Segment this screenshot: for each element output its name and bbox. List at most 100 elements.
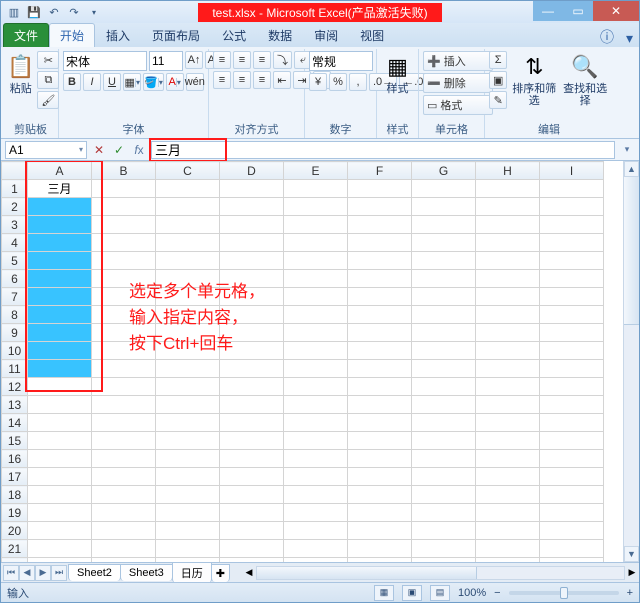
sheet-nav-next[interactable]: ▶ [35, 565, 51, 581]
decrease-indent-button[interactable]: ⇤ [273, 71, 291, 89]
cell-A12[interactable] [28, 378, 92, 396]
cell-F6[interactable] [348, 270, 412, 288]
styles-button[interactable]: ▦ 样式 [381, 51, 414, 115]
scroll-up-button[interactable]: ▲ [624, 161, 639, 177]
cell-A7[interactable] [28, 288, 92, 306]
formula-bar[interactable]: 三月 [151, 141, 615, 159]
cell-F18[interactable] [348, 486, 412, 504]
cell-D17[interactable] [220, 468, 284, 486]
cell-I5[interactable] [540, 252, 604, 270]
vertical-scrollbar[interactable]: ▲ ▼ [623, 161, 639, 562]
cell-D22[interactable] [220, 558, 284, 563]
cell-D8[interactable] [220, 306, 284, 324]
sheet-tab-sheet3[interactable]: Sheet3 [120, 564, 173, 581]
cell-D1[interactable] [220, 180, 284, 198]
tab-pagelayout[interactable]: 页面布局 [141, 23, 211, 47]
cell-G9[interactable] [412, 324, 476, 342]
tab-file[interactable]: 文件 [3, 23, 49, 47]
align-top-button[interactable]: ≡ [213, 51, 231, 69]
cell-D3[interactable] [220, 216, 284, 234]
cell-B3[interactable] [92, 216, 156, 234]
font-size-input[interactable] [149, 51, 183, 71]
cell-D6[interactable] [220, 270, 284, 288]
cell-E9[interactable] [284, 324, 348, 342]
cell-C12[interactable] [156, 378, 220, 396]
cell-E6[interactable] [284, 270, 348, 288]
cell-C17[interactable] [156, 468, 220, 486]
cell-A13[interactable] [28, 396, 92, 414]
insert-function-button[interactable]: fx [131, 142, 147, 158]
cell-I8[interactable] [540, 306, 604, 324]
col-header-D[interactable]: D [220, 162, 284, 180]
cell-E22[interactable] [284, 558, 348, 563]
cell-G21[interactable] [412, 540, 476, 558]
row-header-9[interactable]: 9 [2, 324, 28, 342]
cell-B15[interactable] [92, 432, 156, 450]
cell-E17[interactable] [284, 468, 348, 486]
cell-C1[interactable] [156, 180, 220, 198]
cell-F7[interactable] [348, 288, 412, 306]
cell-C15[interactable] [156, 432, 220, 450]
redo-icon[interactable]: ↷ [65, 3, 83, 21]
row-header-12[interactable]: 12 [2, 378, 28, 396]
cell-E7[interactable] [284, 288, 348, 306]
cell-E3[interactable] [284, 216, 348, 234]
sheet-tab-calendar[interactable]: 日历 [172, 562, 212, 583]
row-header-17[interactable]: 17 [2, 468, 28, 486]
cell-G12[interactable] [412, 378, 476, 396]
fill-button[interactable]: ▣ [489, 71, 507, 89]
cell-D13[interactable] [220, 396, 284, 414]
cell-C22[interactable] [156, 558, 220, 563]
row-header-3[interactable]: 3 [2, 216, 28, 234]
col-header-A[interactable]: A [28, 162, 92, 180]
vscroll-thumb[interactable] [624, 177, 639, 325]
cell-H6[interactable] [476, 270, 540, 288]
row-header-13[interactable]: 13 [2, 396, 28, 414]
paste-button[interactable]: 📋 粘贴 [7, 51, 34, 115]
find-select-button[interactable]: 🔍 查找和选择 [561, 51, 609, 115]
cell-B10[interactable] [92, 342, 156, 360]
cell-B7[interactable] [92, 288, 156, 306]
format-cells-button[interactable]: ▭格式 [423, 95, 493, 115]
cell-G15[interactable] [412, 432, 476, 450]
cell-F13[interactable] [348, 396, 412, 414]
cell-D4[interactable] [220, 234, 284, 252]
cell-D15[interactable] [220, 432, 284, 450]
cell-H11[interactable] [476, 360, 540, 378]
autosum-button[interactable]: Σ [489, 51, 507, 69]
row-header-20[interactable]: 20 [2, 522, 28, 540]
cell-D5[interactable] [220, 252, 284, 270]
cell-C4[interactable] [156, 234, 220, 252]
cell-G7[interactable] [412, 288, 476, 306]
number-format-select[interactable] [309, 51, 373, 71]
zoom-slider[interactable] [509, 591, 619, 595]
cell-I4[interactable] [540, 234, 604, 252]
cell-A19[interactable] [28, 504, 92, 522]
row-header-16[interactable]: 16 [2, 450, 28, 468]
cell-F22[interactable] [348, 558, 412, 563]
cell-C3[interactable] [156, 216, 220, 234]
clear-button[interactable]: ✎ [489, 91, 507, 109]
hscroll-left-button[interactable]: ◀ [242, 567, 256, 578]
cell-G5[interactable] [412, 252, 476, 270]
cell-F14[interactable] [348, 414, 412, 432]
cell-G17[interactable] [412, 468, 476, 486]
cell-I17[interactable] [540, 468, 604, 486]
cell-E20[interactable] [284, 522, 348, 540]
row-header-21[interactable]: 21 [2, 540, 28, 558]
cell-A4[interactable] [28, 234, 92, 252]
currency-button[interactable]: ¥ [309, 73, 327, 91]
cell-F11[interactable] [348, 360, 412, 378]
col-header-H[interactable]: H [476, 162, 540, 180]
sheet-nav-prev[interactable]: ◀ [19, 565, 35, 581]
cell-I6[interactable] [540, 270, 604, 288]
insert-cells-button[interactable]: ➕插入 [423, 51, 493, 71]
cell-F20[interactable] [348, 522, 412, 540]
cell-grid[interactable]: ABCDEFGHI1三月2345678910111213141516171819… [1, 161, 623, 562]
cancel-entry-button[interactable]: ✕ [91, 142, 107, 158]
cell-B16[interactable] [92, 450, 156, 468]
grow-font-button[interactable]: A↑ [185, 51, 203, 69]
tab-home[interactable]: 开始 [49, 23, 95, 47]
row-header-18[interactable]: 18 [2, 486, 28, 504]
cell-A16[interactable] [28, 450, 92, 468]
